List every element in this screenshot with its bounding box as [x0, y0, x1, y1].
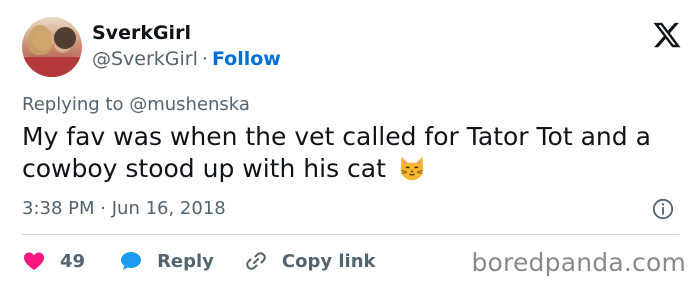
- like-button[interactable]: 49: [22, 249, 85, 273]
- follow-link[interactable]: Follow: [212, 48, 281, 70]
- action-bar: 49 Reply Copy link: [22, 246, 376, 276]
- x-logo-icon[interactable]: [652, 20, 682, 50]
- avatar[interactable]: [22, 17, 82, 77]
- tweet-date: Jun 16, 2018: [111, 198, 226, 219]
- tweet-timestamp[interactable]: 3:38 PM · Jun 16, 2018: [22, 198, 226, 219]
- tweet-body: My fav was when the vet called for Tator…: [22, 122, 651, 183]
- display-name[interactable]: SverkGirl: [92, 22, 191, 44]
- mention-link[interactable]: @mushenska: [129, 94, 250, 115]
- copy-link-label: Copy link: [281, 250, 376, 272]
- divider: [22, 234, 679, 235]
- reply-button[interactable]: Reply: [119, 249, 214, 273]
- replying-to: Replying to @mushenska: [22, 94, 250, 115]
- like-count: 49: [60, 250, 86, 272]
- link-icon: [246, 252, 266, 270]
- heart-icon: [24, 252, 44, 270]
- info-icon[interactable]: [652, 198, 674, 220]
- tweet-text: My fav was when the vet called for Tator…: [22, 121, 682, 185]
- reply-label: Reply: [157, 250, 214, 272]
- copy-link-button[interactable]: Copy link: [244, 249, 376, 273]
- replying-prefix: Replying to: [22, 94, 124, 115]
- handle-row: @SverkGirl · Follow: [92, 48, 281, 70]
- speech-bubble-icon: [121, 252, 142, 270]
- meta-separator: ·: [100, 198, 106, 219]
- watermark: boredpanda.com: [471, 248, 686, 277]
- user-handle[interactable]: @SverkGirl: [92, 48, 198, 70]
- cat-face-emoji: [400, 156, 424, 181]
- tweet-time: 3:38 PM: [22, 198, 95, 219]
- separator-dot: ·: [201, 48, 208, 70]
- tweet-header: SverkGirl @SverkGirl · Follow: [22, 14, 682, 80]
